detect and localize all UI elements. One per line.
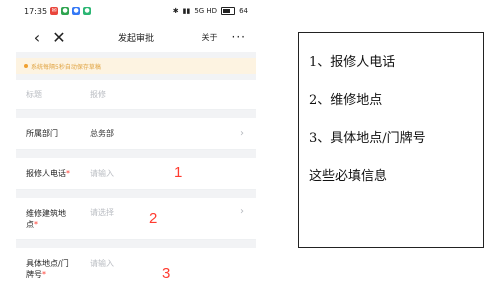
phone-label: 报修人电话* xyxy=(26,169,70,178)
chevron-right-icon: › xyxy=(240,128,244,139)
about-link[interactable]: 关于 xyxy=(202,32,218,43)
battery-icon xyxy=(221,7,236,15)
phone-field[interactable]: 报修人电话* 请输入 1 xyxy=(16,158,256,190)
annotation-number-2: 2 xyxy=(149,210,158,227)
title-value: 报修 xyxy=(90,90,106,99)
building-field[interactable]: 维修建筑地 点* 请选择 › 2 xyxy=(16,198,256,240)
address-label: 具体地点/门 牌号* xyxy=(26,259,69,279)
status-bar: 17:35 ✉ ● ● ● ✱ ▮▮ 5G HD 64 xyxy=(16,0,256,22)
status-time: 17:35 xyxy=(24,6,48,16)
autosave-notice: 系统每隔5秒自动保存草稿 xyxy=(16,58,256,74)
more-icon[interactable]: ··· xyxy=(232,30,246,44)
note-line: 3、具体地点/门牌号 xyxy=(309,130,426,146)
department-label: 所属部门 xyxy=(26,129,58,138)
building-label: 维修建筑地 点* xyxy=(26,208,66,229)
title-label: 标题 xyxy=(26,90,42,99)
app-icon-2: ● xyxy=(72,7,81,15)
required-fields-note: 1、报修人电话 2、维修地点 3、具体地点/门牌号 这些必填信息 xyxy=(298,32,484,248)
battery-level: 64 xyxy=(239,7,248,15)
note-line: 这些必填信息 xyxy=(309,168,388,184)
chevron-right-icon: › xyxy=(240,206,244,217)
note-line: 1、报修人电话 xyxy=(309,54,396,70)
notice-dot-icon xyxy=(24,64,28,68)
signal-icon: ▮▮ xyxy=(182,7,191,15)
annotation-number-1: 1 xyxy=(174,164,183,181)
phone-input[interactable]: 请输入 xyxy=(90,168,114,179)
building-select[interactable]: 请选择 xyxy=(90,207,114,218)
close-icon[interactable]: ✕ xyxy=(48,28,70,47)
phone-screen: 17:35 ✉ ● ● ● ✱ ▮▮ 5G HD 64 ‹ ✕ 发起审批 关于 … xyxy=(16,0,256,294)
back-icon[interactable]: ‹ xyxy=(26,28,48,47)
nav-bar: ‹ ✕ 发起审批 关于 ··· xyxy=(16,22,256,52)
department-field[interactable]: 所属部门 总务部 › xyxy=(16,118,256,150)
notification-icon: ✉ xyxy=(50,7,59,15)
department-value: 总务部 xyxy=(90,129,114,138)
title-field[interactable]: 标题 报修 xyxy=(16,80,256,110)
app-icon: ● xyxy=(61,7,70,15)
bluetooth-icon: ✱ xyxy=(172,7,179,15)
wechat-icon: ● xyxy=(83,7,92,15)
notice-text: 系统每隔5秒自动保存草稿 xyxy=(31,63,101,71)
approval-form: 标题 报修 所属部门 总务部 › 报修人电话* 请输入 1 维修建筑地 点* 请选… xyxy=(16,80,256,294)
address-field[interactable]: 具体地点/门 牌号* 请输入 3 xyxy=(16,248,256,294)
note-line: 2、维修地点 xyxy=(309,92,383,108)
annotation-number-3: 3 xyxy=(162,265,171,282)
network-label: 5G HD xyxy=(194,7,218,15)
address-input[interactable]: 请输入 xyxy=(90,258,114,269)
